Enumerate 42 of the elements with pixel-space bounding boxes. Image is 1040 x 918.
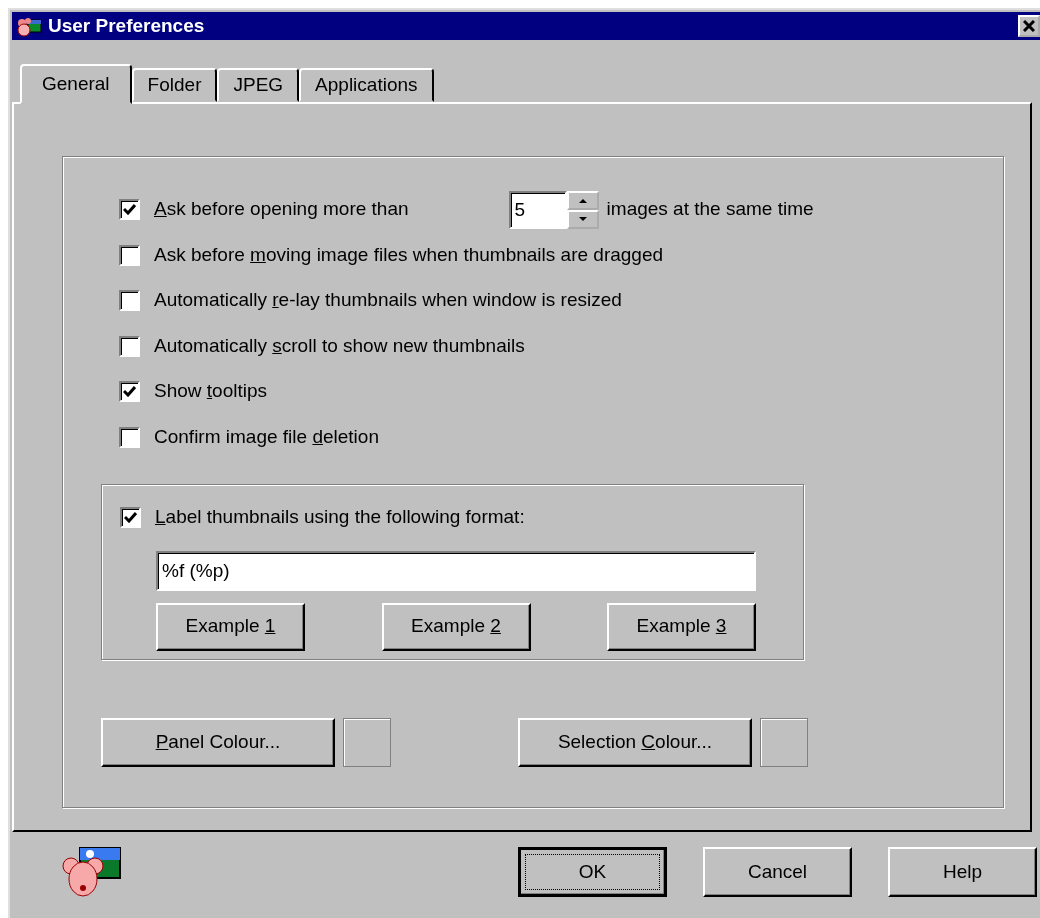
checkbox[interactable] — [120, 507, 141, 529]
colour-swatch — [343, 718, 391, 767]
dialog-button[interactable]: Help — [888, 847, 1037, 897]
checkbox-label: Ask before moving image files when thumbnails are dragged — [154, 243, 664, 267]
checkbox-label: Ask before opening more than — [154, 198, 409, 222]
checkbox-label: Automatically scroll to show new thumbnails — [154, 334, 525, 358]
checkbox[interactable] — [119, 199, 140, 221]
example-button[interactable]: Example 2 — [381, 602, 531, 651]
tab[interactable]: Applications — [299, 68, 434, 102]
checkbox-label: Show tooltips — [154, 380, 267, 404]
checkbox[interactable] — [119, 335, 140, 357]
check-icon — [123, 204, 136, 216]
checkbox[interactable] — [119, 381, 140, 403]
caret-up-icon — [578, 197, 587, 203]
format-field[interactable]: %f (%p) — [156, 550, 756, 591]
bear-icon — [60, 846, 122, 898]
suffix-label: images at the same time — [606, 198, 814, 222]
tab[interactable]: JPEG — [217, 68, 300, 102]
check-icon — [123, 386, 136, 398]
caret-down-icon — [578, 216, 587, 222]
spin-up-button[interactable] — [566, 190, 599, 210]
tab[interactable]: General — [20, 64, 132, 104]
checkbox[interactable] — [119, 290, 140, 312]
checkbox-label: Confirm image file deletion — [154, 425, 379, 449]
check-icon — [124, 512, 137, 524]
colour-button[interactable]: Panel Colour... — [101, 718, 335, 767]
checkbox-label: Automatically re-lay thumbnails when window is resized — [154, 289, 622, 313]
dialog-button[interactable]: OK — [518, 847, 667, 897]
dialog-button[interactable]: Cancel — [703, 847, 852, 897]
app-icon — [16, 15, 42, 37]
example-button[interactable]: Example 3 — [607, 602, 756, 651]
close-button[interactable] — [1018, 15, 1040, 37]
tab[interactable]: Folder — [131, 68, 218, 102]
checkbox-label: Label thumbnails using the following format: — [155, 506, 525, 530]
checkbox[interactable] — [119, 426, 140, 448]
close-icon — [1023, 20, 1035, 32]
colour-button[interactable]: Selection Colour... — [518, 718, 752, 767]
colour-swatch — [760, 718, 808, 767]
window-title: User Preferences — [48, 14, 205, 38]
checkbox[interactable] — [119, 244, 140, 266]
number-field[interactable]: 5 — [508, 190, 567, 229]
example-button[interactable]: Example 1 — [156, 602, 305, 651]
